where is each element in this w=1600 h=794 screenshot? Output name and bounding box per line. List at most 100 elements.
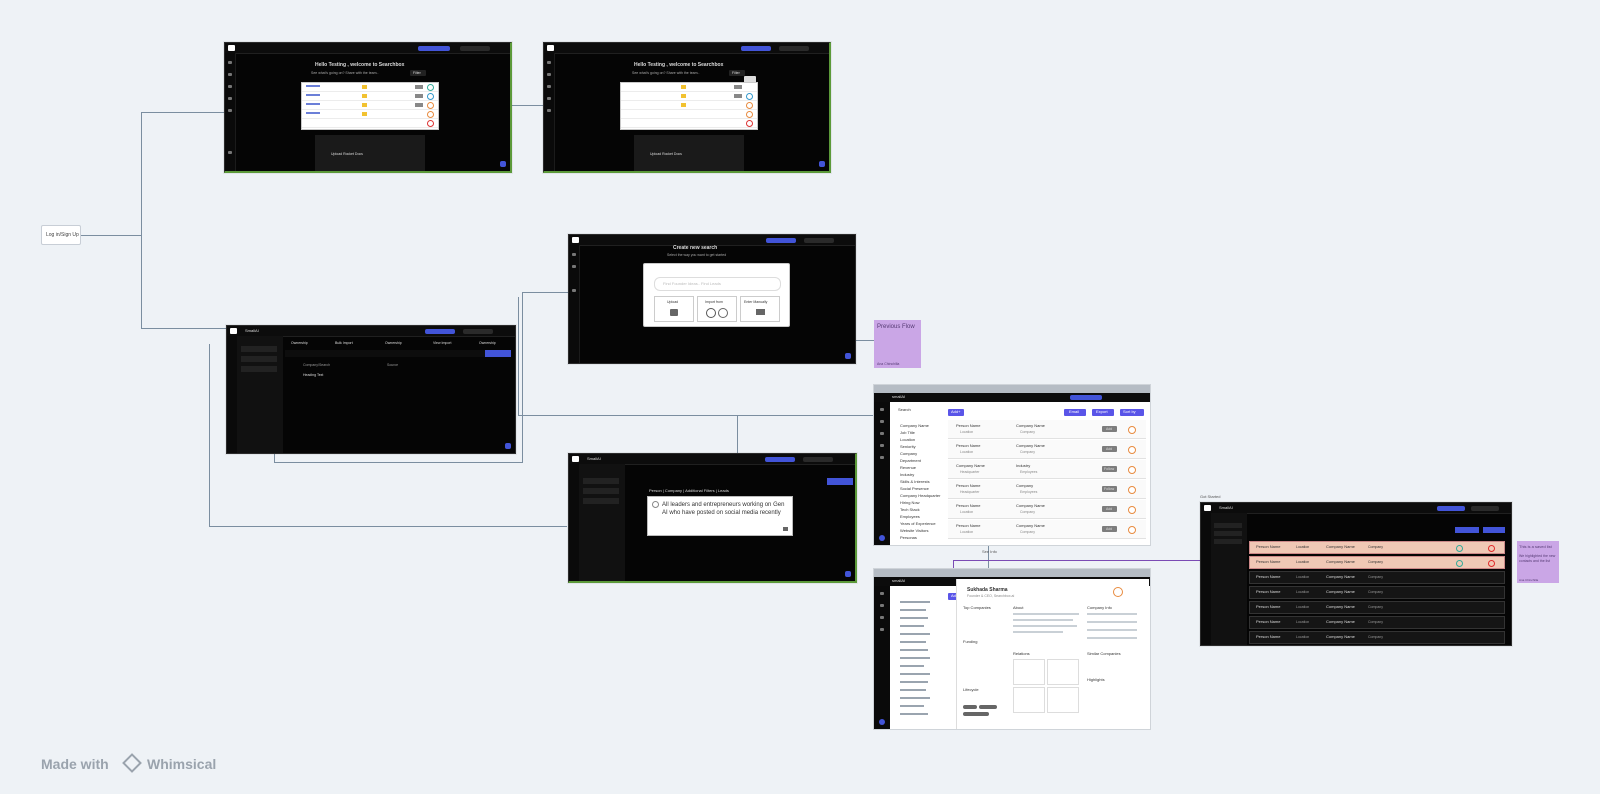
filter-item[interactable]: Company bbox=[900, 451, 917, 457]
chart-icon[interactable] bbox=[547, 109, 551, 112]
search-input[interactable]: Search bbox=[898, 407, 911, 413]
table-row-new[interactable]: Person Name Location Company Name Compan… bbox=[1249, 541, 1505, 554]
sticky-saved-list[interactable]: This is a saved list We highlighted the … bbox=[1517, 541, 1559, 583]
account-menu[interactable] bbox=[463, 329, 493, 334]
chat-icon[interactable] bbox=[845, 571, 851, 577]
list-item[interactable]: Person Name Location Company Name Compan… bbox=[948, 500, 1146, 519]
upgrade-button[interactable] bbox=[418, 46, 450, 51]
filter-item[interactable]: Skills & Interests bbox=[900, 479, 930, 485]
table-row[interactable]: Person Name Location Company Name Compan… bbox=[1249, 601, 1505, 614]
filter-item[interactable]: Department bbox=[900, 458, 921, 464]
filter-button[interactable]: Filter bbox=[729, 70, 745, 76]
filter-button[interactable]: Filter bbox=[410, 70, 426, 76]
add-button[interactable]: Add+ bbox=[948, 409, 964, 416]
account-menu[interactable] bbox=[779, 46, 809, 51]
remove-icon[interactable] bbox=[1488, 560, 1495, 567]
remove-icon[interactable] bbox=[1488, 545, 1495, 552]
table-row[interactable]: Person Name Location Company Name Compan… bbox=[1249, 571, 1505, 584]
settings-icon[interactable] bbox=[228, 151, 232, 154]
sort-button[interactable]: Sort by bbox=[1120, 409, 1144, 416]
prompt-box[interactable]: All leaders and entrepreneurs working on… bbox=[647, 496, 793, 536]
tab[interactable]: View Import bbox=[433, 340, 451, 346]
filter-item[interactable]: Industry bbox=[900, 472, 914, 478]
table-row-new[interactable]: Person Name Location Company Name Compan… bbox=[1249, 556, 1505, 569]
add-button[interactable] bbox=[1483, 527, 1505, 533]
upload-cta[interactable]: Upload Rocket Docs bbox=[331, 151, 363, 157]
upgrade-button[interactable] bbox=[425, 329, 455, 334]
filter-item[interactable]: Revenue bbox=[900, 465, 916, 471]
filter-item[interactable]: Years of Experience bbox=[900, 521, 936, 527]
status-icon[interactable] bbox=[1128, 446, 1136, 454]
upgrade-button[interactable] bbox=[1070, 395, 1102, 400]
filter-item[interactable]: Company Name bbox=[900, 423, 929, 429]
chat-icon[interactable] bbox=[819, 161, 825, 167]
add-row-button[interactable]: Add bbox=[1102, 446, 1117, 452]
option-manual[interactable]: Enter Manually bbox=[740, 296, 780, 322]
status-icon[interactable] bbox=[1456, 545, 1463, 552]
status-icon[interactable] bbox=[1128, 426, 1136, 434]
status-icon[interactable] bbox=[1456, 560, 1463, 567]
tab[interactable]: Bulk Import bbox=[335, 340, 353, 346]
add-button[interactable] bbox=[827, 478, 853, 485]
export-button[interactable]: Export bbox=[1092, 409, 1114, 416]
upgrade-button[interactable] bbox=[765, 457, 795, 462]
filter-item[interactable]: Location bbox=[900, 437, 915, 443]
status-icon[interactable] bbox=[1128, 506, 1136, 514]
chat-icon[interactable] bbox=[845, 353, 851, 359]
search-input[interactable]: Find Founder Ideas.. Find Leads bbox=[654, 277, 781, 291]
table-row[interactable]: Person Name Location Company Name Compan… bbox=[1249, 631, 1505, 644]
search-icon[interactable] bbox=[572, 265, 576, 268]
upgrade-button[interactable] bbox=[766, 238, 796, 243]
chart-icon[interactable] bbox=[228, 109, 232, 112]
chat-icon[interactable] bbox=[505, 443, 511, 449]
account-menu[interactable] bbox=[1471, 506, 1499, 511]
filter-item[interactable]: Job Title bbox=[900, 430, 915, 436]
list-item[interactable]: Person Name Location Company Name Compan… bbox=[948, 520, 1146, 539]
upgrade-button[interactable] bbox=[741, 46, 771, 51]
filter-item[interactable]: Tech Stack bbox=[900, 507, 920, 513]
send-icon[interactable] bbox=[228, 85, 232, 88]
table-row[interactable]: Person Name Location Company Name Compan… bbox=[1249, 586, 1505, 599]
send-icon[interactable] bbox=[783, 527, 788, 531]
list-item[interactable]: Person Name Headquarter Company Employee… bbox=[948, 480, 1146, 499]
list-icon[interactable] bbox=[228, 97, 232, 100]
tab[interactable]: Ownership bbox=[291, 340, 308, 346]
account-menu[interactable] bbox=[804, 238, 834, 243]
sticky-previous-flow[interactable]: Previous Flow Ana Chinchilla bbox=[874, 320, 921, 368]
add-button[interactable] bbox=[485, 350, 511, 357]
account-menu[interactable] bbox=[460, 46, 490, 51]
first-row[interactable]: Heading Text bbox=[303, 372, 323, 378]
filter-item[interactable]: Company Headquarter bbox=[900, 493, 940, 499]
upgrade-button[interactable] bbox=[1437, 506, 1465, 511]
follow-button[interactable]: Follow bbox=[1102, 466, 1117, 472]
status-icon[interactable] bbox=[1128, 466, 1136, 474]
home-icon[interactable] bbox=[228, 61, 232, 64]
filter-item[interactable]: Employees bbox=[900, 514, 920, 520]
filter-item[interactable]: Seniority bbox=[900, 444, 916, 450]
send-icon[interactable] bbox=[547, 85, 551, 88]
list-item[interactable]: Person Name Location Company Name Compan… bbox=[948, 420, 1146, 439]
follow-button[interactable]: Follow bbox=[1102, 486, 1117, 492]
tab[interactable]: Ownership bbox=[479, 340, 496, 346]
chat-icon[interactable] bbox=[500, 161, 506, 167]
option-upload[interactable]: Upload bbox=[654, 296, 694, 322]
start-node[interactable]: Log in/Sign Up bbox=[41, 225, 81, 245]
filter-item[interactable]: Website Visitors bbox=[900, 528, 929, 534]
export-button[interactable] bbox=[1455, 527, 1479, 533]
add-row-button[interactable]: Add bbox=[1102, 526, 1117, 532]
filter-item[interactable]: Social Presence bbox=[900, 486, 929, 492]
filter-item[interactable]: Personas bbox=[900, 535, 917, 541]
add-row-button[interactable]: Add bbox=[1102, 506, 1117, 512]
search-icon[interactable] bbox=[228, 73, 232, 76]
filter-item[interactable]: Hiring Now bbox=[900, 500, 920, 506]
status-icon[interactable] bbox=[1128, 526, 1136, 534]
list-item[interactable]: Person Name Location Company Name Compan… bbox=[948, 440, 1146, 459]
account-menu[interactable] bbox=[803, 457, 833, 462]
email-button[interactable]: Email bbox=[1064, 409, 1086, 416]
search-icon[interactable] bbox=[547, 73, 551, 76]
list-icon[interactable] bbox=[547, 97, 551, 100]
upload-cta[interactable]: Upload Rocket Docs bbox=[650, 151, 682, 157]
option-import[interactable]: Import from bbox=[697, 296, 737, 322]
list-item[interactable]: Company Name Headquarter Industry Employ… bbox=[948, 460, 1146, 479]
tab[interactable]: Ownership bbox=[385, 340, 402, 346]
